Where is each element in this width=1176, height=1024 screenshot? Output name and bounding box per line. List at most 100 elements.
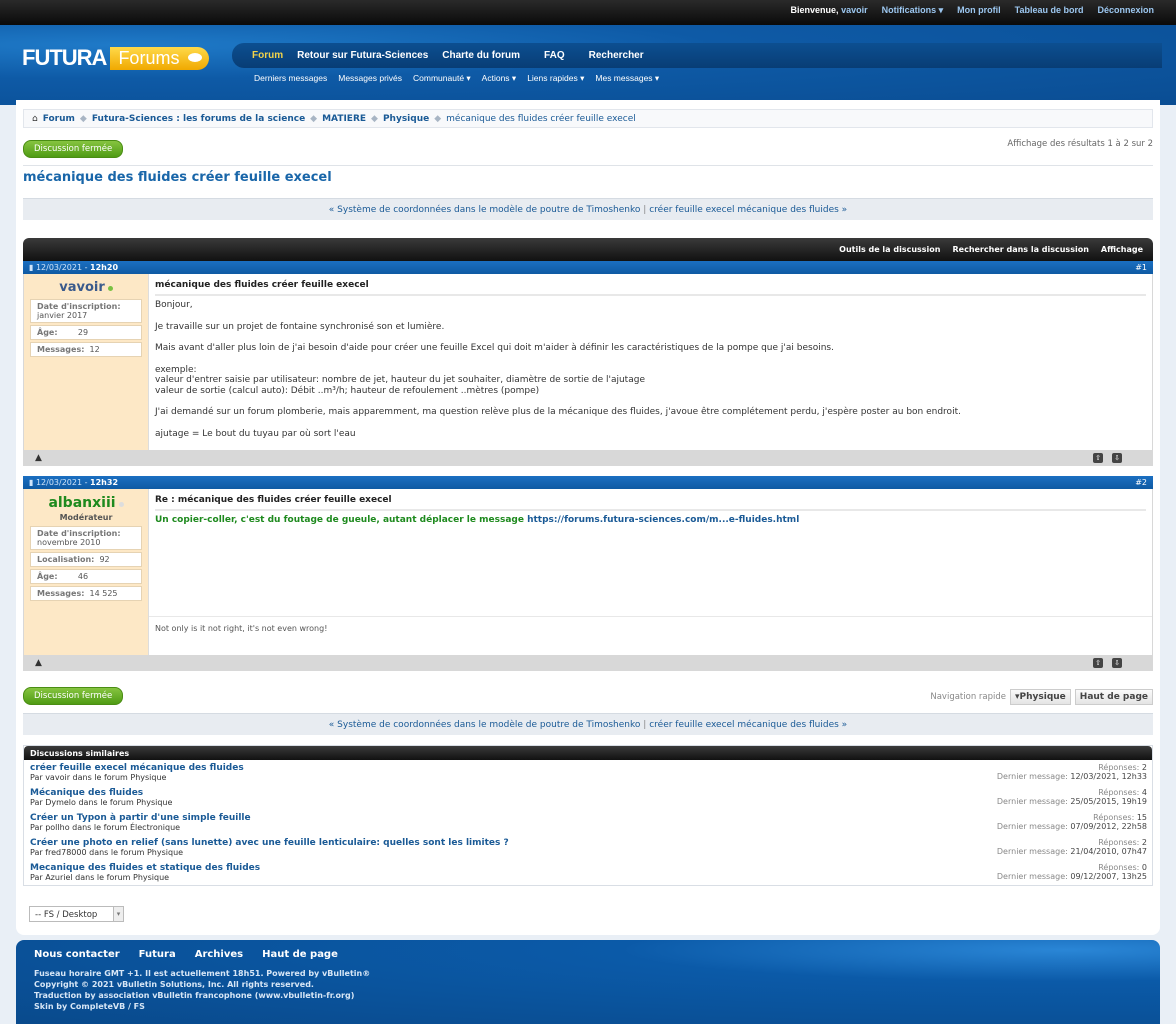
back-to-top-button[interactable]: Haut de page: [1074, 689, 1153, 705]
subnav-actions[interactable]: Actions ▾: [482, 73, 517, 84]
discussion-closed-button[interactable]: Discussion fermée: [23, 140, 124, 158]
forum-jump-button[interactable]: ▾Physique: [1010, 689, 1071, 705]
post-message: Un copier-coller, c'est du foutage de gu…: [155, 515, 1146, 525]
main-nav: Forum Retour sur Futura-Sciences Charte …: [232, 43, 1162, 68]
nav-search[interactable]: Rechercher: [589, 50, 644, 61]
separator: |: [643, 720, 647, 730]
last-label: Dernier message:: [996, 797, 1068, 806]
paragraph: Je travaille sur un projet de fontaine s…: [155, 321, 445, 332]
username-text[interactable]: albanxiii: [48, 495, 115, 511]
username[interactable]: vavoir: [30, 280, 142, 295]
logout-link[interactable]: Déconnexion: [1097, 5, 1154, 16]
crumb-forum[interactable]: Forum: [43, 114, 75, 124]
crumb-current: mécanique des fluides créer feuille exec…: [446, 113, 636, 124]
subnav-pm[interactable]: Messages privés: [338, 73, 402, 84]
notifications-menu[interactable]: Notifications ▾: [882, 5, 944, 16]
label: Âge:: [37, 328, 58, 337]
multiquote-icon[interactable]: ⇩: [1112, 453, 1122, 463]
nav-faq[interactable]: FAQ: [544, 50, 565, 61]
home-icon[interactable]: ⌂: [32, 114, 38, 124]
date: 12/03/2021 -: [35, 478, 88, 487]
last-message-date: 21/04/2010, 07h47: [1070, 847, 1147, 856]
paragraph: Bonjour,: [155, 300, 193, 310]
username-text[interactable]: vavoir: [59, 280, 105, 295]
value: 29: [77, 328, 89, 337]
chevron-down-icon[interactable]: ▾: [113, 907, 123, 921]
user-role: Modérateur: [59, 513, 113, 522]
crumb-fs[interactable]: Futura-Sciences : les forums de la scien…: [92, 114, 305, 124]
footer-contact[interactable]: Nous contacter: [34, 949, 120, 960]
similar-title[interactable]: Mecanique des fluides et statique des fl…: [30, 863, 1146, 873]
footer-futura[interactable]: Futura: [139, 949, 176, 960]
my-profile-link[interactable]: Mon profil: [957, 5, 1001, 16]
post-header: ▮ 12/03/2021 - 12h20 #1: [23, 261, 1153, 274]
similar-title[interactable]: Créer un Typon à partir d'une simple feu…: [30, 813, 1146, 823]
similar-title[interactable]: Mécanique des fluides: [30, 788, 1146, 798]
prev-thread-link[interactable]: « Système de coordonnées dans le modèle …: [329, 205, 641, 215]
footer-top[interactable]: Haut de page: [262, 949, 338, 960]
futura-forums-logo[interactable]: FUTURA Forums: [22, 45, 210, 71]
next-thread-link[interactable]: créer feuille execel mécanique des fluid…: [649, 720, 847, 730]
prev-next-thread: « Système de coordonnées dans le modèle …: [23, 713, 1153, 735]
label: Date d'inscription:: [37, 529, 121, 538]
style-select-value: -- FS / Desktop: [35, 910, 98, 920]
similar-title[interactable]: Créer une photo en relief (sans lunette)…: [30, 838, 1146, 848]
messages-count: Messages: 12: [30, 342, 142, 357]
style-selector[interactable]: -- FS / Desktop ▾: [29, 906, 124, 922]
footer-archives[interactable]: Archives: [195, 949, 243, 960]
paragraph: J'ai demandé sur un forum plomberie, mai…: [155, 407, 961, 417]
value: 92: [99, 555, 110, 564]
subnav-community[interactable]: Communauté ▾: [413, 73, 471, 84]
user-info: vavoir Date d'inscription: janvier 2017 Â…: [24, 274, 149, 450]
last-label: Dernier message:: [996, 772, 1068, 781]
message-link[interactable]: https://forums.futura-sciences.com/m...e…: [527, 515, 799, 525]
search-thread-menu[interactable]: Rechercher dans la discussion: [952, 245, 1088, 254]
subnav-my-messages[interactable]: Mes messages ▾: [595, 73, 659, 84]
separator: |: [643, 205, 647, 215]
subnav-quicklinks[interactable]: Liens rapides ▾: [527, 73, 584, 84]
label: Localisation:: [37, 555, 95, 564]
post-date: ▮ 12/03/2021 - 12h20: [29, 263, 119, 272]
site-footer: Nous contacter Futura Archives Haut de p…: [16, 940, 1160, 1024]
discussion-closed-button[interactable]: Discussion fermée: [23, 687, 124, 705]
thread-tools-menu[interactable]: Outils de la discussion: [839, 245, 940, 254]
nav-back-futura[interactable]: Retour sur Futura-Sciences: [297, 50, 428, 61]
offline-status-icon: [118, 502, 124, 507]
display-menu[interactable]: Affichage: [1101, 245, 1143, 254]
next-thread-link[interactable]: créer feuille execel mécanique des fluid…: [649, 205, 847, 215]
quote-icon[interactable]: ⇧: [1093, 453, 1103, 463]
similar-author: Par Dymelo dans le forum Physique: [30, 798, 173, 807]
prev-thread-link[interactable]: « Système de coordonnées dans le modèle …: [329, 720, 641, 730]
dashboard-link[interactable]: Tableau de bord: [1015, 5, 1084, 16]
main-panel: ⌂ Forum ◆ Futura-Sciences : les forums de…: [16, 100, 1160, 935]
post-number[interactable]: #2: [1135, 478, 1147, 487]
subnav-latest[interactable]: Derniers messages: [254, 73, 327, 84]
crumb-physique[interactable]: Physique: [383, 114, 429, 124]
replies-count: 0: [1141, 863, 1147, 872]
last-label: Dernier message:: [996, 872, 1068, 881]
report-warning-icon[interactable]: ▲: [35, 453, 42, 463]
nav-forum[interactable]: Forum: [252, 50, 283, 61]
crumb-matiere[interactable]: MATIERE: [322, 114, 366, 124]
quote-icon[interactable]: ⇧: [1093, 658, 1103, 668]
label: Date d'inscription:: [37, 302, 121, 311]
multiquote-icon[interactable]: ⇩: [1112, 658, 1122, 668]
user-link[interactable]: vavoir: [841, 5, 868, 15]
username[interactable]: albanxiii: [30, 495, 142, 511]
welcome-text: Bienvenue, vavoir: [791, 5, 868, 16]
sub-nav: Derniers messages Messages privés Commun…: [254, 73, 659, 84]
nav-charter[interactable]: Charte du forum: [442, 50, 520, 61]
age: Âge: 29: [30, 325, 142, 340]
post-2: ▮ 12/03/2021 - 12h32 #2 albanxiii Modérat…: [23, 476, 1153, 671]
post-number[interactable]: #1: [1135, 263, 1147, 272]
report-warning-icon[interactable]: ▲: [35, 658, 42, 668]
value: 12: [89, 345, 100, 354]
post-footer: ▲ ⇧ ⇩: [23, 451, 1153, 466]
similar-title[interactable]: créer feuille execel mécanique des fluid…: [30, 763, 1146, 773]
similar-item: créer feuille execel mécanique des fluid…: [24, 760, 1152, 785]
replies-count: 2: [1141, 763, 1147, 772]
post-title: mécanique des fluides créer feuille exec…: [155, 280, 1146, 296]
join-date: Date d'inscription: novembre 2010: [30, 526, 142, 550]
post-date: ▮ 12/03/2021 - 12h32: [29, 478, 119, 487]
post-footer: ▲ ⇧ ⇩: [23, 656, 1153, 671]
